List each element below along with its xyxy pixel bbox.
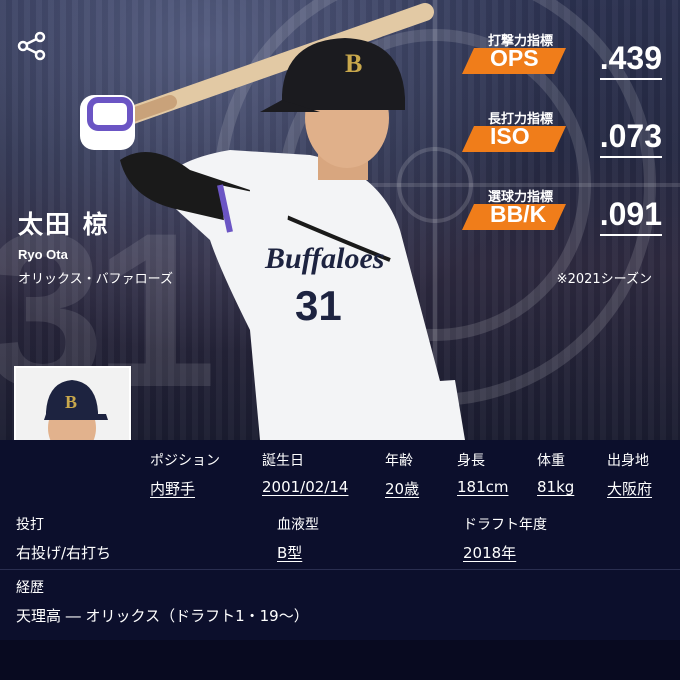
stat-ops: 打撃力指標 OPS .439: [462, 30, 662, 108]
bio-value-link[interactable]: 内野手: [150, 478, 220, 499]
stat-value-link[interactable]: .091: [599, 197, 662, 236]
stat-iso: 長打力指標 ISO .073: [462, 108, 662, 186]
bio-label: 出身地: [607, 453, 649, 469]
bio-value-link[interactable]: 181cm: [457, 478, 509, 496]
divider: [0, 569, 680, 570]
share-button[interactable]: [16, 30, 48, 62]
player-name-jp: 太田 椋: [18, 210, 110, 239]
bio-height: 身長 181cm: [457, 450, 509, 496]
bio-value-link[interactable]: 81kg: [537, 478, 574, 496]
bio-label: 誕生日: [262, 453, 304, 469]
stat-value-link[interactable]: .073: [599, 119, 662, 158]
stat-value-link[interactable]: .439: [599, 41, 662, 80]
bio-age: 年齢 20歳: [385, 450, 419, 499]
bio-value-link[interactable]: 大阪府: [607, 478, 652, 499]
bio-blood-type: 血液型 B型: [277, 514, 319, 563]
bio-value-link[interactable]: 2018年: [463, 542, 547, 563]
bio-label: 身長: [457, 453, 485, 469]
bio-hometown: 出身地 大阪府: [607, 450, 652, 499]
bio-label: 投打: [16, 517, 44, 533]
player-name-en: Ryo Ota: [18, 247, 68, 262]
bottom-strip: [0, 640, 680, 680]
bio-value-link[interactable]: 20歳: [385, 478, 419, 499]
stats-panel: 打撃力指標 OPS .439 長打力指標 ISO .073 選球力指標 BB/K…: [462, 30, 662, 264]
svg-text:31: 31: [295, 282, 342, 329]
team-name: オリックス・バファローズ: [18, 272, 173, 287]
season-note: ※2021シーズン: [556, 272, 652, 287]
stat-abbr: BB/K: [490, 201, 547, 227]
career-block: 経歴 天理高 ― オリックス（ドラフト1・19〜）: [16, 577, 309, 626]
player-card: 31 Buffaloes 31 B 太田 椋 Ryo Ota オリックス・バファ…: [0, 0, 680, 680]
bio-label: 体重: [537, 453, 565, 469]
stat-bbk: 選球力指標 BB/K .091: [462, 186, 662, 264]
stat-abbr: ISO: [490, 123, 530, 149]
svg-text:B: B: [65, 392, 77, 412]
bio-draft-year: ドラフト年度 2018年: [463, 514, 547, 563]
bio-value: 右投げ/右打ち: [16, 544, 112, 562]
bio-birthday: 誕生日 2001/02/14: [262, 450, 348, 496]
bio-weight: 体重 81kg: [537, 450, 574, 496]
svg-text:Buffaloes: Buffaloes: [264, 242, 384, 275]
career-label: 経歴: [16, 580, 44, 596]
bio-label: ドラフト年度: [463, 517, 547, 533]
share-icon: [17, 31, 46, 61]
bio-value-link[interactable]: 2001/02/14: [262, 478, 348, 496]
bio-label: 年齢: [385, 453, 413, 469]
stat-abbr: OPS: [490, 45, 539, 71]
player-name-block: 太田 椋 Ryo Ota オリックス・バファローズ: [18, 205, 173, 287]
bio-throws-bats: 投打 右投げ/右打ち: [16, 514, 111, 563]
bio-position: ポジション 内野手: [150, 450, 220, 499]
svg-text:B: B: [345, 49, 362, 78]
career-value: 天理高 ― オリックス（ドラフト1・19〜）: [16, 607, 309, 625]
bio-label: ポジション: [150, 453, 220, 469]
bio-value-link[interactable]: B型: [277, 542, 319, 563]
bio-label: 血液型: [277, 517, 319, 533]
